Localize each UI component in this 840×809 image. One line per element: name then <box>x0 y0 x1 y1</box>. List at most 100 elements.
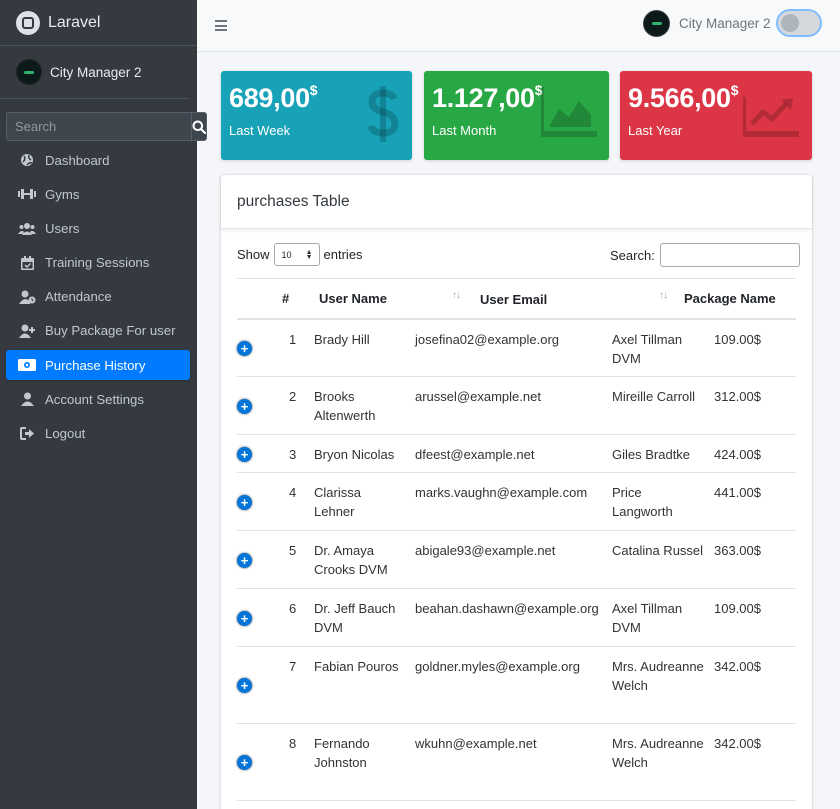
top-navbar: City Manager 2 <box>197 0 840 52</box>
table-row[interactable]: +5 Dr. Amaya Crooks DVM abigale93@example.… <box>237 530 796 589</box>
sidebar-item-label: Users <box>45 220 80 236</box>
cell-package-name: Mrs. Audreanne Welch <box>612 646 714 724</box>
purchases-card: purchases Table Show 10 ▲ ▼ entries Searc… <box>221 175 812 809</box>
dark-mode-toggle[interactable] <box>776 9 822 37</box>
sidebar-item-gyms[interactable]: Gyms <box>6 179 190 209</box>
cell-id: 1 <box>282 318 314 377</box>
table-search-input[interactable] <box>659 243 800 267</box>
cell-user-email: dfeest@example.net <box>415 434 612 473</box>
column-header-id[interactable]: # <box>282 278 314 320</box>
stat-box-last-month: 1.127,00$ Last Month <box>424 71 609 160</box>
cell-user-name: Bryon Nicolas <box>314 434 415 473</box>
cell-price: 363.00$ <box>714 530 796 589</box>
cell-package-name: Giles Bradtke <box>612 434 714 473</box>
sort-icon: ↑↓ <box>452 289 461 301</box>
search-label: Search: <box>610 247 655 263</box>
area-chart-icon <box>541 87 597 137</box>
cell-user-name: Brady Hill <box>314 318 415 377</box>
sidebar-item-buy-package[interactable]: Buy Package For user <box>6 316 190 346</box>
table-row[interactable]: +6 Dr. Jeff Bauch DVM beahan.dashawn@examp… <box>237 588 796 647</box>
laravel-logo-icon <box>16 10 40 35</box>
cell-user-name: Fabian Pouros <box>314 646 415 724</box>
table-row[interactable]: +4 Clarissa Lehner marks.vaughn@example.co… <box>237 472 796 531</box>
brand-text: Laravel <box>48 13 101 31</box>
avatar <box>643 10 670 37</box>
select-arrows-icon: ▲ ▼ <box>305 248 313 261</box>
table-row[interactable]: +1 Brady Hill josefina02@example.org Axel T… <box>237 318 796 377</box>
sidebar-search-input[interactable] <box>6 112 191 141</box>
sidebar-item-label: Dashboard <box>45 152 110 168</box>
sort-icon: ↑↓ <box>659 289 668 301</box>
card-title: purchases Table <box>237 193 350 210</box>
stat-label: Last Month <box>432 123 497 138</box>
table-row[interactable]: +7 Fabian Pouros goldner.myles@example.org… <box>237 646 796 724</box>
expand-row-icon[interactable]: + <box>237 755 252 770</box>
table-row[interactable]: +8 Fernando Johnston wkuhn@example.net Mrs.… <box>237 723 796 801</box>
stat-value: 689,00$ <box>229 82 318 113</box>
expand-cell[interactable]: + <box>237 434 282 473</box>
column-header-package-name[interactable]: Package Name <box>612 278 796 320</box>
menu-toggle-icon[interactable] <box>215 20 227 34</box>
cell-user-name: Dr. Jeff Bauch DVM <box>314 588 415 647</box>
expand-row-icon[interactable]: + <box>237 552 252 568</box>
sidebar-item-users[interactable]: Users <box>6 213 190 243</box>
entries-select[interactable]: 10 ▲ ▼ <box>273 243 320 266</box>
expand-cell[interactable]: + <box>237 318 282 377</box>
expand-cell[interactable]: + <box>237 646 282 724</box>
expand-cell[interactable]: + <box>237 472 282 531</box>
sidebar: Laravel City Manager 2 Dashboard Gyms Us… <box>0 0 207 809</box>
sidebar-item-label: Purchase History <box>45 357 146 373</box>
sidebar-item-logout[interactable]: Logout <box>6 419 190 449</box>
sidebar-item-training-sessions[interactable]: Training Sessions <box>6 248 190 278</box>
sidebar-item-label: Training Sessions <box>45 255 150 271</box>
line-chart-icon <box>743 97 799 137</box>
cell-price: 441.00$ <box>714 472 796 531</box>
expand-row-icon[interactable]: + <box>237 398 252 414</box>
stat-value: 1.127,00$ <box>432 82 543 113</box>
cell-package-name: Mrs. Audreanne Welch <box>612 723 714 801</box>
cell-package-name: Price Langworth <box>612 472 714 531</box>
cell-user-email: beahan.dashawn@example.org <box>415 588 612 647</box>
cell-user-email: arussel@example.net <box>415 376 612 435</box>
globe-icon <box>18 153 36 167</box>
expand-row-icon[interactable]: + <box>237 494 252 510</box>
user-panel[interactable]: City Manager 2 <box>0 46 189 99</box>
user-plus-icon <box>18 324 36 338</box>
sidebar-item-account-settings[interactable]: Account Settings <box>6 384 190 414</box>
column-header-user-email[interactable]: User Email <box>480 292 547 307</box>
dumbbell-icon <box>18 188 36 200</box>
cell-id: 3 <box>282 434 314 473</box>
logout-icon <box>18 427 36 440</box>
expand-cell[interactable]: + <box>237 530 282 589</box>
table-row[interactable]: +3 Bryon Nicolas dfeest@example.net Giles B… <box>237 434 796 473</box>
expand-row-icon[interactable]: + <box>237 340 252 356</box>
user-icon <box>18 392 36 407</box>
expand-row-icon[interactable]: + <box>237 678 252 693</box>
search-icon <box>192 120 206 134</box>
stat-label: Last Year <box>628 123 683 138</box>
table-body: +1 Brady Hill josefina02@example.org Axel T… <box>237 318 796 801</box>
sidebar-item-attendance[interactable]: Attendance <box>6 282 190 312</box>
table-row[interactable]: +2 Brooks Altenwerth arussel@example.net Mi… <box>237 376 796 435</box>
expand-cell[interactable]: + <box>237 588 282 647</box>
sidebar-item-dashboard[interactable]: Dashboard <box>6 145 190 175</box>
sidebar-item-label: Logout <box>45 426 86 441</box>
cell-price: 424.00$ <box>714 434 796 473</box>
cell-package-name: Catalina Russel <box>612 530 714 589</box>
search-button[interactable] <box>191 112 207 141</box>
cell-id: 6 <box>282 588 314 647</box>
stat-box-last-year: 9.566,00$ Last Year <box>620 71 812 160</box>
entries-length: Show 10 ▲ ▼ entries <box>237 243 363 266</box>
brand-link[interactable]: Laravel <box>0 0 197 46</box>
expand-row-icon[interactable]: + <box>237 610 252 626</box>
column-header-user-name[interactable]: User Name ↑↓ User Email ↑↓ <box>314 278 668 320</box>
user-clock-icon <box>18 290 36 304</box>
sidebar-item-purchase-history[interactable]: Purchase History <box>6 350 190 381</box>
topbar-user[interactable]: City Manager 2 <box>643 10 771 37</box>
expand-row-icon[interactable]: + <box>237 446 252 462</box>
cell-id: 8 <box>282 723 314 801</box>
expand-cell[interactable]: + <box>237 376 282 435</box>
expand-cell[interactable]: + <box>237 723 282 801</box>
cell-id: 4 <box>282 472 314 531</box>
cell-user-email: abigale93@example.net <box>415 530 612 589</box>
